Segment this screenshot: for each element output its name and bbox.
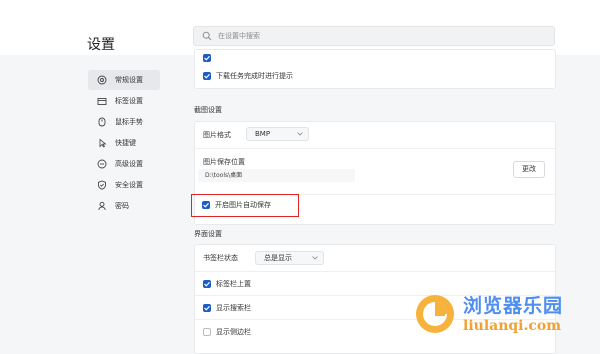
sidebar-item-advanced[interactable]: 高级设置 <box>88 154 160 174</box>
show-search-bar-label: 显示搜索栏 <box>216 304 251 312</box>
sidebar-item-password[interactable]: 密码 <box>88 196 160 216</box>
save-path-value: D:\tools\桌面 <box>205 172 243 179</box>
sidebar-nav: 常规设置 标签设置 鼠标手势 快捷键 高级设置 安全设置 密码 <box>88 70 160 217</box>
sidebar-item-general[interactable]: 常规设置 <box>88 70 160 90</box>
mouse-gesture-icon <box>98 117 106 127</box>
show-sidebar-label: 显示侧边栏 <box>216 328 251 336</box>
download-settings-card: 下载任务完成时进行提示 <box>194 49 556 89</box>
interface-section-title: 界面设置 <box>194 230 222 238</box>
sidebar-item-security[interactable]: 安全设置 <box>88 175 160 195</box>
download-notify-checkbox[interactable] <box>203 72 211 80</box>
save-path-field: D:\tools\桌面 <box>198 169 355 182</box>
watermark-title: 浏览器乐园 <box>463 295 564 317</box>
divider <box>195 148 555 149</box>
change-path-button[interactable]: 更改 <box>513 161 545 178</box>
sidebar-item-label: 快捷键 <box>115 139 136 147</box>
chevron-down-icon <box>297 132 303 136</box>
tabs-on-top-label: 标签栏上置 <box>216 280 251 288</box>
download-notify-label: 下载任务完成时进行提示 <box>216 72 293 80</box>
search-input[interactable]: 在设置中搜索 <box>193 26 555 46</box>
change-path-button-label: 更改 <box>522 165 536 173</box>
settings-icon <box>97 75 107 85</box>
sidebar-item-label: 鼠标手势 <box>115 118 143 126</box>
search-placeholder: 在设置中搜索 <box>218 32 260 40</box>
tab-icon <box>97 98 107 105</box>
advanced-icon <box>97 159 107 169</box>
screenshot-section-title: 截图设置 <box>194 106 222 114</box>
shield-icon <box>98 180 106 190</box>
image-format-value: BMP <box>255 130 271 138</box>
tabbar-state-label: 书签栏状态 <box>203 254 238 262</box>
sidebar-item-label: 密码 <box>115 202 129 210</box>
show-sidebar-checkbox[interactable] <box>203 328 211 336</box>
chevron-down-icon <box>312 256 318 260</box>
sidebar-item-tabs[interactable]: 标签设置 <box>88 91 160 111</box>
sidebar-item-label: 安全设置 <box>115 181 143 189</box>
tabbar-state-select[interactable]: 总是显示 <box>255 251 324 265</box>
key-icon <box>98 201 106 211</box>
tabbar-state-value: 总是显示 <box>264 254 292 262</box>
sidebar-item-label: 常规设置 <box>115 76 143 84</box>
sidebar-item-mouse-gesture[interactable]: 鼠标手势 <box>88 112 160 132</box>
watermark-logo-icon <box>416 295 454 333</box>
watermark-url: liulanqi.com <box>463 318 562 334</box>
search-icon <box>202 31 212 41</box>
tabs-on-top-checkbox[interactable] <box>203 280 211 288</box>
watermark: 浏览器乐园 liulanqi.com <box>413 289 591 339</box>
show-search-bar-checkbox[interactable] <box>203 304 211 312</box>
sidebar-item-shortcuts[interactable]: 快捷键 <box>88 133 160 153</box>
annotation-highlight-box <box>191 194 299 217</box>
partial-hidden-checkbox[interactable] <box>203 54 211 62</box>
save-location-label: 图片保存位置 <box>203 158 245 166</box>
shortcut-icon <box>99 138 107 148</box>
sidebar-item-label: 高级设置 <box>115 160 143 168</box>
image-format-select[interactable]: BMP <box>246 127 309 141</box>
page-title: 设置 <box>87 37 115 53</box>
sidebar-item-label: 标签设置 <box>115 97 143 105</box>
divider <box>195 271 555 272</box>
